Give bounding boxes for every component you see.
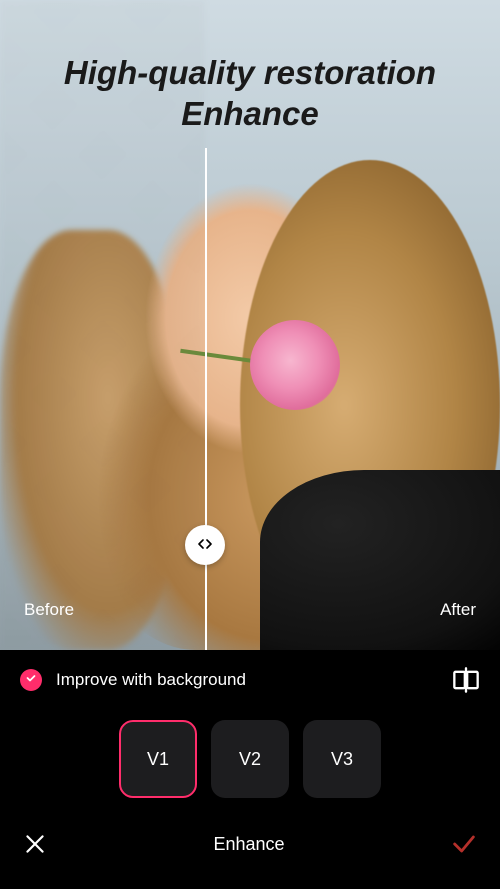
cancel-button[interactable]	[22, 831, 48, 857]
heading-line-1: High-quality restoration	[64, 54, 436, 91]
controls-panel: Improve with background V1 V2 V3 Enhance	[0, 650, 500, 889]
check-icon	[450, 830, 478, 858]
after-label: After	[440, 600, 476, 620]
improve-background-label: Improve with background	[56, 670, 246, 690]
version-option-v2[interactable]: V2	[211, 720, 289, 798]
version-selector: V1 V2 V3	[0, 712, 500, 816]
version-label: V1	[147, 749, 169, 770]
resize-horizontal-icon	[197, 536, 213, 555]
compare-icon[interactable]	[452, 666, 480, 694]
version-option-v1[interactable]: V1	[119, 720, 197, 798]
compare-divider[interactable]	[205, 148, 207, 650]
version-label: V2	[239, 749, 261, 770]
close-icon	[22, 831, 48, 857]
before-label: Before	[24, 600, 74, 620]
compare-slider-handle[interactable]	[185, 525, 225, 565]
confirm-button[interactable]	[450, 830, 478, 858]
check-icon	[25, 671, 37, 689]
version-label: V3	[331, 749, 353, 770]
before-after-preview[interactable]: High-quality restoration Enhance Before …	[0, 0, 500, 650]
panel-title: Enhance	[48, 834, 450, 855]
photo-shape	[260, 470, 500, 650]
version-option-v3[interactable]: V3	[303, 720, 381, 798]
photo-shape	[250, 320, 340, 410]
feature-heading: High-quality restoration Enhance	[0, 52, 500, 135]
improve-background-checkbox[interactable]	[20, 669, 42, 691]
heading-line-2: Enhance	[181, 95, 319, 132]
